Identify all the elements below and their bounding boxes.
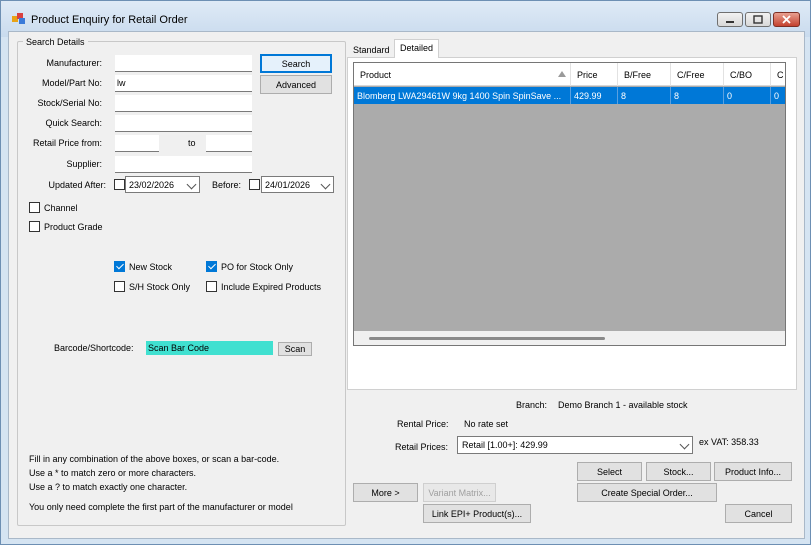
manufacturer-field[interactable] bbox=[115, 55, 252, 72]
help-text-line-2: Use a * to match zero or more characters… bbox=[29, 468, 197, 478]
updated-after-date-picker[interactable]: 23/02/2026 bbox=[125, 176, 200, 193]
tab-detailed[interactable]: Detailed bbox=[394, 39, 439, 58]
product-grid[interactable]: Product Price B/Free C/Free C/BO C Blomb… bbox=[353, 62, 786, 346]
cell-cfree: 8 bbox=[671, 87, 724, 104]
grid-header: Product Price B/Free C/Free C/BO C bbox=[354, 63, 785, 86]
column-header-bfree[interactable]: B/Free bbox=[618, 63, 671, 86]
tab-standard[interactable]: Standard bbox=[353, 45, 390, 55]
column-header-cbo[interactable]: C/BO bbox=[724, 63, 771, 86]
channel-label: Channel bbox=[44, 203, 78, 213]
create-special-order-button[interactable]: Create Special Order... bbox=[577, 483, 717, 502]
cell-cbo: 0 bbox=[724, 87, 771, 104]
link-epi-products-button[interactable]: Link EPI+ Product(s)... bbox=[423, 504, 531, 523]
price-to-field[interactable] bbox=[206, 135, 252, 152]
cell-price: 429.99 bbox=[571, 87, 618, 104]
quick-search-label: Quick Search: bbox=[45, 118, 102, 128]
stock-serial-field[interactable] bbox=[115, 95, 252, 112]
retail-prices-label: Retail Prices: bbox=[395, 442, 449, 452]
price-from-field[interactable] bbox=[115, 135, 159, 152]
retail-prices-dropdown[interactable]: Retail [1.00+]: 429.99 bbox=[457, 436, 693, 454]
stock-button[interactable]: Stock... bbox=[646, 462, 711, 481]
model-part-label: Model/Part No: bbox=[41, 78, 102, 88]
new-stock-label: New Stock bbox=[129, 262, 173, 272]
rental-price-value: No rate set bbox=[464, 419, 509, 429]
branch-value: Demo Branch 1 - available stock bbox=[558, 400, 688, 410]
include-expired-checkbox[interactable] bbox=[206, 281, 217, 292]
column-header-cfree[interactable]: C/Free bbox=[671, 63, 724, 86]
help-text-line-4: You only need complete the first part of… bbox=[29, 502, 293, 512]
horizontal-scrollbar[interactable] bbox=[354, 331, 785, 345]
variant-matrix-button[interactable]: Variant Matrix... bbox=[423, 483, 496, 502]
barcode-field[interactable]: Scan Bar Code bbox=[146, 341, 273, 355]
before-checkbox[interactable] bbox=[249, 179, 260, 190]
retail-prices-value: Retail [1.00+]: 429.99 bbox=[462, 440, 548, 450]
product-info-button[interactable]: Product Info... bbox=[714, 462, 792, 481]
more-button[interactable]: More > bbox=[353, 483, 418, 502]
advanced-button[interactable]: Advanced bbox=[260, 75, 332, 94]
include-expired-label: Include Expired Products bbox=[221, 282, 322, 292]
restore-icon bbox=[753, 15, 763, 24]
table-row[interactable]: Blomberg LWA29461W 9kg 1400 Spin SpinSav… bbox=[354, 87, 785, 104]
product-enquiry-window: Product Enquiry for Retail Order Search … bbox=[0, 0, 811, 545]
cell-product: Blomberg LWA29461W 9kg 1400 Spin SpinSav… bbox=[354, 87, 571, 104]
search-details-title: Search Details bbox=[23, 37, 88, 47]
chevron-down-icon bbox=[679, 439, 690, 450]
maximize-button[interactable] bbox=[745, 12, 771, 27]
minimize-icon bbox=[726, 21, 734, 23]
manufacturer-label: Manufacturer: bbox=[46, 58, 102, 68]
new-stock-checkbox[interactable] bbox=[114, 261, 125, 272]
po-for-stock-only-checkbox[interactable] bbox=[206, 261, 217, 272]
sh-stock-only-checkbox[interactable] bbox=[114, 281, 125, 292]
tab-detailed-label: Detailed bbox=[400, 43, 434, 53]
select-button[interactable]: Select bbox=[577, 462, 642, 481]
sort-ascending-icon bbox=[558, 71, 566, 77]
price-to-label: to bbox=[188, 138, 196, 148]
product-grade-checkbox[interactable] bbox=[29, 221, 40, 232]
channel-checkbox[interactable] bbox=[29, 202, 40, 213]
stock-serial-label: Stock/Serial No: bbox=[37, 98, 102, 108]
ex-vat-value: ex VAT: 358.33 bbox=[699, 437, 759, 447]
column-header-price[interactable]: Price bbox=[571, 63, 618, 86]
help-text-line-3: Use a ? to match exactly one character. bbox=[29, 482, 188, 492]
cancel-button[interactable]: Cancel bbox=[725, 504, 792, 523]
before-date-picker[interactable]: 24/01/2026 bbox=[261, 176, 334, 193]
cell-c: 0 bbox=[771, 87, 785, 104]
column-header-c[interactable]: C bbox=[771, 63, 785, 86]
price-from-label: Retail Price from: bbox=[32, 138, 102, 148]
supplier-label: Supplier: bbox=[66, 159, 102, 169]
before-label: Before: bbox=[212, 180, 242, 190]
close-button[interactable] bbox=[773, 12, 800, 27]
branch-label: Branch: bbox=[516, 400, 548, 410]
window-title: Product Enquiry for Retail Order bbox=[31, 14, 188, 26]
app-icon bbox=[12, 13, 25, 24]
help-text-line-1: Fill in any combination of the above box… bbox=[29, 454, 280, 464]
chevron-down-icon bbox=[186, 179, 197, 190]
supplier-field[interactable] bbox=[115, 156, 252, 173]
product-grade-label: Product Grade bbox=[44, 222, 103, 232]
cell-bfree: 8 bbox=[618, 87, 671, 104]
search-button[interactable]: Search bbox=[260, 54, 332, 73]
barcode-label: Barcode/Shortcode: bbox=[54, 343, 134, 353]
before-date: 24/01/2026 bbox=[265, 180, 311, 190]
quick-search-field[interactable] bbox=[115, 115, 252, 132]
updated-after-label: Updated After: bbox=[48, 180, 106, 190]
scrollbar-thumb[interactable] bbox=[369, 337, 605, 340]
sh-stock-only-label: S/H Stock Only bbox=[129, 282, 191, 292]
updated-after-date: 23/02/2026 bbox=[129, 180, 175, 190]
po-for-stock-only-label: PO for Stock Only bbox=[221, 262, 294, 272]
minimize-button[interactable] bbox=[717, 12, 743, 27]
chevron-down-icon bbox=[320, 179, 331, 190]
updated-after-checkbox[interactable] bbox=[114, 179, 125, 190]
rental-price-label: Rental Price: bbox=[397, 419, 449, 429]
column-header-product[interactable]: Product bbox=[354, 63, 571, 86]
scan-button[interactable]: Scan bbox=[278, 342, 312, 356]
model-part-field[interactable]: lw bbox=[115, 75, 252, 92]
close-icon bbox=[782, 15, 791, 24]
